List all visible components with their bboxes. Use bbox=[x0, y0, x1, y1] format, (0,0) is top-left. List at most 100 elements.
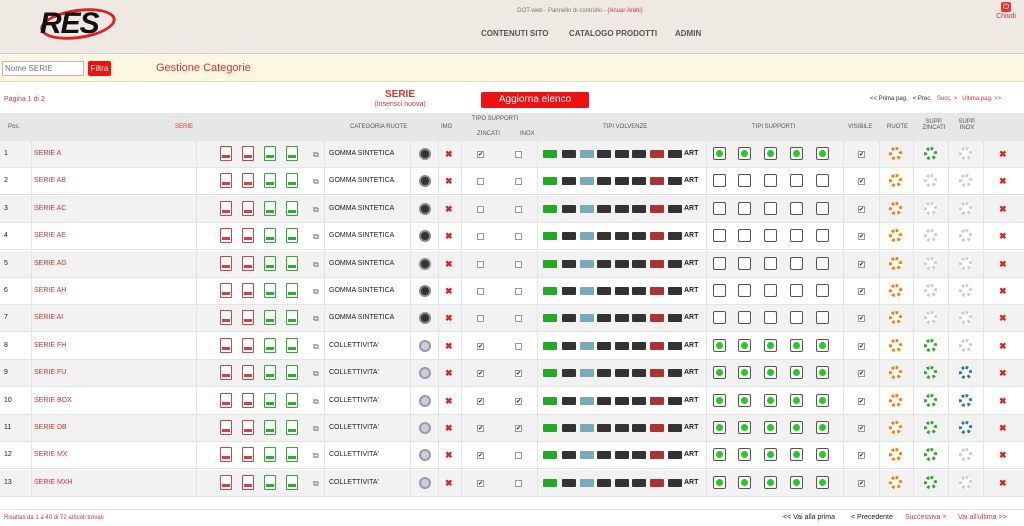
external-link-icon[interactable]: ⧉ bbox=[313, 342, 319, 352]
wheel-type-icon[interactable] bbox=[580, 204, 594, 213]
caster-support-icon[interactable] bbox=[764, 448, 777, 462]
visible-checkbox[interactable]: ✔ bbox=[858, 260, 865, 268]
inox-checkbox[interactable] bbox=[515, 178, 522, 186]
caster-support-icon[interactable] bbox=[738, 338, 751, 352]
wheel-type-icon[interactable] bbox=[543, 478, 557, 487]
caster-support-icon[interactable] bbox=[738, 284, 751, 297]
caster-support-icon[interactable] bbox=[764, 475, 777, 489]
ruote-gear-icon[interactable] bbox=[889, 338, 902, 352]
serie-name-input[interactable] bbox=[2, 61, 84, 76]
caster-support-icon[interactable] bbox=[790, 201, 803, 215]
zincati-checkbox[interactable]: ✔ bbox=[477, 425, 484, 432]
last-page-link[interactable]: Ultima pag. >> bbox=[962, 96, 1001, 102]
supp-zincati-gear-icon[interactable] bbox=[924, 229, 937, 243]
serie-name-link[interactable]: SERIE FU bbox=[34, 369, 66, 376]
serie-name-link[interactable]: SERIE BOX bbox=[34, 397, 72, 404]
external-link-icon[interactable]: ⧉ bbox=[313, 451, 319, 461]
caster-support-icon[interactable] bbox=[816, 338, 829, 352]
ruote-gear-icon[interactable] bbox=[889, 229, 902, 243]
wheel-image-icon[interactable] bbox=[419, 367, 431, 380]
caster-support-icon[interactable] bbox=[713, 174, 726, 188]
zincati-checkbox[interactable]: ✔ bbox=[477, 452, 484, 460]
serie-name-link[interactable]: SERIE FH bbox=[34, 342, 66, 349]
caster-support-icon[interactable] bbox=[713, 256, 726, 270]
caster-support-icon[interactable] bbox=[790, 421, 803, 434]
wheel-type-icon[interactable] bbox=[632, 396, 646, 405]
caster-support-icon[interactable] bbox=[790, 284, 803, 297]
caster-support-icon[interactable] bbox=[738, 366, 751, 380]
wheel-type-icon[interactable] bbox=[668, 259, 682, 268]
wheel-type-icon[interactable] bbox=[668, 341, 682, 350]
wheel-type-icon[interactable] bbox=[668, 369, 682, 378]
serie-name-link[interactable]: SERIE AC bbox=[34, 205, 66, 212]
pdf-icon[interactable] bbox=[264, 173, 276, 189]
nav-contenuti-sito[interactable]: CONTENUTI SITO bbox=[481, 29, 548, 38]
pdf-icon[interactable] bbox=[220, 474, 232, 490]
pdf-icon[interactable] bbox=[264, 365, 276, 381]
wheel-type-icon[interactable] bbox=[543, 177, 557, 186]
wheel-type-icon[interactable] bbox=[562, 150, 576, 158]
wheel-type-icon[interactable] bbox=[597, 259, 611, 268]
pdf-icon[interactable] bbox=[220, 337, 232, 353]
wheel-type-icon[interactable] bbox=[632, 259, 646, 268]
delete-row-icon[interactable]: ✖ bbox=[999, 149, 1008, 160]
wheel-type-icon[interactable] bbox=[597, 177, 611, 186]
inox-checkbox[interactable]: ✔ bbox=[515, 397, 522, 405]
caster-support-icon[interactable] bbox=[816, 201, 829, 215]
delete-row-icon[interactable]: ✖ bbox=[999, 176, 1008, 187]
wheel-type-icon[interactable] bbox=[615, 150, 629, 158]
supp-inox-gear-icon[interactable] bbox=[959, 229, 972, 243]
update-list-button[interactable]: Aggiorna elenco bbox=[481, 92, 589, 108]
wheel-type-icon[interactable] bbox=[632, 287, 646, 295]
wheel-type-icon[interactable] bbox=[632, 369, 646, 378]
wheel-type-icon[interactable] bbox=[650, 478, 664, 487]
wheel-type-icon[interactable] bbox=[650, 177, 664, 186]
visible-checkbox[interactable]: ✔ bbox=[858, 342, 865, 350]
visible-checkbox[interactable]: ✔ bbox=[858, 288, 865, 295]
wheel-type-icon[interactable] bbox=[597, 314, 611, 323]
delete-image-icon[interactable]: ✖ bbox=[445, 286, 454, 297]
caster-support-icon[interactable] bbox=[713, 366, 726, 380]
external-link-icon[interactable]: ⧉ bbox=[313, 424, 319, 434]
caster-support-icon[interactable] bbox=[713, 421, 726, 434]
caster-support-icon[interactable] bbox=[713, 475, 726, 489]
res-logo[interactable]: RES bbox=[36, 3, 120, 45]
supp-zincati-gear-icon[interactable] bbox=[924, 256, 937, 270]
external-link-icon[interactable]: ⧉ bbox=[313, 232, 319, 242]
zincati-checkbox[interactable] bbox=[477, 315, 484, 323]
caster-support-icon[interactable] bbox=[816, 366, 829, 380]
delete-image-icon[interactable]: ✖ bbox=[445, 450, 454, 461]
ruote-gear-icon[interactable] bbox=[889, 421, 902, 434]
wheel-type-icon[interactable] bbox=[615, 287, 629, 295]
wheel-image-icon[interactable] bbox=[419, 312, 431, 325]
caster-support-icon[interactable] bbox=[790, 311, 803, 325]
wheel-type-icon[interactable] bbox=[650, 287, 664, 295]
caster-support-icon[interactable] bbox=[738, 393, 751, 407]
pdf-icon[interactable] bbox=[286, 146, 298, 161]
wheel-type-icon[interactable] bbox=[597, 478, 611, 487]
wheel-type-icon[interactable] bbox=[668, 232, 682, 241]
wheel-type-icon[interactable] bbox=[562, 341, 576, 350]
wheel-type-icon[interactable] bbox=[597, 204, 611, 213]
art-label[interactable]: ART bbox=[684, 479, 698, 486]
caster-support-icon[interactable] bbox=[738, 448, 751, 462]
pdf-icon[interactable] bbox=[242, 474, 254, 490]
zincati-checkbox[interactable]: ✔ bbox=[477, 151, 484, 158]
wheel-image-icon[interactable] bbox=[419, 175, 431, 188]
pdf-icon[interactable] bbox=[242, 283, 254, 298]
ruote-gear-icon[interactable] bbox=[889, 366, 902, 380]
supp-zincati-gear-icon[interactable] bbox=[924, 174, 937, 188]
visible-checkbox[interactable]: ✔ bbox=[858, 205, 865, 213]
caster-support-icon[interactable] bbox=[764, 393, 777, 407]
visible-checkbox[interactable]: ✔ bbox=[858, 425, 865, 432]
wheel-image-icon[interactable] bbox=[419, 339, 431, 352]
visible-checkbox[interactable]: ✔ bbox=[858, 397, 865, 405]
pdf-icon[interactable] bbox=[220, 200, 232, 216]
external-link-icon[interactable]: ⧉ bbox=[313, 479, 319, 489]
pdf-icon[interactable] bbox=[242, 365, 254, 381]
supp-inox-gear-icon[interactable] bbox=[959, 201, 972, 215]
art-label[interactable]: ART bbox=[684, 397, 698, 404]
supp-zincati-gear-icon[interactable] bbox=[924, 311, 937, 325]
wheel-image-icon[interactable] bbox=[419, 148, 431, 160]
inox-checkbox[interactable] bbox=[515, 260, 522, 268]
